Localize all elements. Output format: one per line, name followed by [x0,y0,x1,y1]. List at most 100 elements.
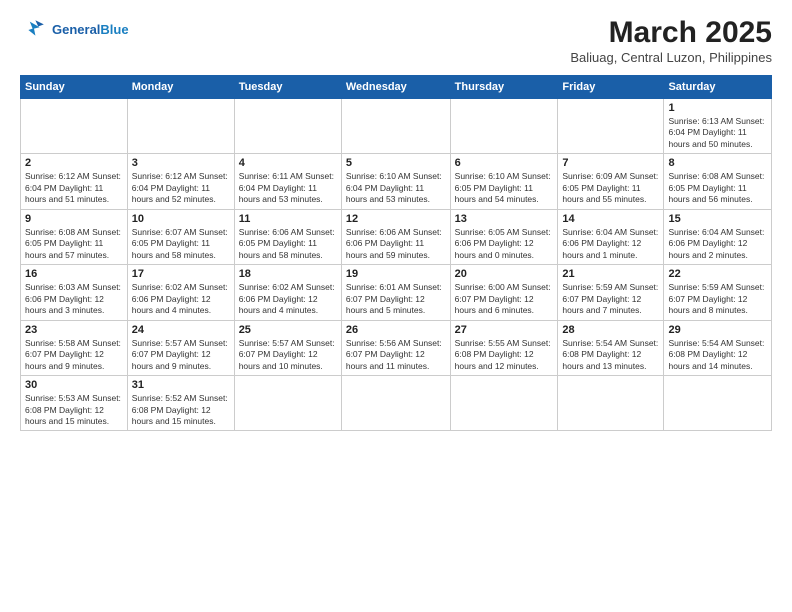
calendar-cell: 19 Sunrise: 6:01 AM Sunset: 6:07 PM Dayli… [341,265,450,320]
day-number: 27 [455,324,554,336]
day-number: 26 [346,324,446,336]
calendar-cell: 28Sunrise: 5:54 AM Sunset: 6:08 PM Dayli… [558,320,664,375]
day-info: Sunrise: 6:04 AM Sunset: 6:06 PM Dayligh… [562,227,659,261]
day-number: 21 [562,268,659,280]
day-number: 8 [668,157,767,169]
weekday-header-friday: Friday [558,76,664,99]
day-number: 13 [455,213,554,225]
weekday-header-thursday: Thursday [450,76,558,99]
day-info: Sunrise: 5:54 AM Sunset: 6:08 PM Dayligh… [668,338,767,372]
calendar-cell: 26 Sunrise: 5:56 AM Sunset: 6:07 PM Dayli… [341,320,450,375]
calendar-cell: 7 Sunrise: 6:09 AM Sunset: 6:05 PM Daylig… [558,154,664,209]
day-number: 29 [668,324,767,336]
day-info: Sunrise: 5:57 AM Sunset: 6:07 PM Dayligh… [132,338,230,372]
location: Baliuag, Central Luzon, Philippines [570,50,772,65]
day-number: 19 [346,268,446,280]
calendar-cell: 30Sunrise: 5:53 AM Sunset: 6:08 PM Dayli… [21,376,128,431]
day-number: 14 [562,213,659,225]
calendar-cell: 11Sunrise: 6:06 AM Sunset: 6:05 PM Dayli… [234,209,341,264]
day-number: 16 [25,268,123,280]
calendar-cell: 22 Sunrise: 5:59 AM Sunset: 6:07 PM Dayli… [664,265,772,320]
day-info: Sunrise: 6:10 AM Sunset: 6:04 PM Dayligh… [346,171,446,205]
weekday-header-row: SundayMondayTuesdayWednesdayThursdayFrid… [21,76,772,99]
day-number: 17 [132,268,230,280]
day-number: 23 [25,324,123,336]
day-number: 6 [455,157,554,169]
day-number: 10 [132,213,230,225]
calendar-cell: 6 Sunrise: 6:10 AM Sunset: 6:05 PM Daylig… [450,154,558,209]
calendar-cell: 17 Sunrise: 6:02 AM Sunset: 6:06 PM Dayli… [127,265,234,320]
calendar-cell: 2Sunrise: 6:12 AM Sunset: 6:04 PM Daylig… [21,154,128,209]
day-info: Sunrise: 5:54 AM Sunset: 6:08 PM Dayligh… [562,338,659,372]
day-info: Sunrise: 6:04 AM Sunset: 6:06 PM Dayligh… [668,227,767,261]
day-info: Sunrise: 6:09 AM Sunset: 6:05 PM Dayligh… [562,171,659,205]
calendar-cell [558,376,664,431]
week-row-6: 30Sunrise: 5:53 AM Sunset: 6:08 PM Dayli… [21,376,772,431]
day-info: Sunrise: 6:08 AM Sunset: 6:05 PM Dayligh… [668,171,767,205]
calendar-cell: 13Sunrise: 6:05 AM Sunset: 6:06 PM Dayli… [450,209,558,264]
weekday-header-monday: Monday [127,76,234,99]
day-info: Sunrise: 5:56 AM Sunset: 6:07 PM Dayligh… [346,338,446,372]
day-number: 22 [668,268,767,280]
calendar-cell: 5 Sunrise: 6:10 AM Sunset: 6:04 PM Daylig… [341,154,450,209]
day-number: 15 [668,213,767,225]
day-number: 2 [25,157,123,169]
calendar-cell: 25Sunrise: 5:57 AM Sunset: 6:07 PM Dayli… [234,320,341,375]
day-number: 7 [562,157,659,169]
calendar-cell [234,376,341,431]
week-row-1: 1Sunrise: 6:13 AM Sunset: 6:04 PM Daylig… [21,99,772,154]
page: GeneralBlue March 2025 Baliuag, Central … [0,0,792,612]
day-info: Sunrise: 6:06 AM Sunset: 6:05 PM Dayligh… [239,227,337,261]
logo-general: General [52,22,100,37]
calendar-cell: 24Sunrise: 5:57 AM Sunset: 6:07 PM Dayli… [127,320,234,375]
calendar-cell [450,376,558,431]
day-number: 4 [239,157,337,169]
day-info: Sunrise: 6:02 AM Sunset: 6:06 PM Dayligh… [132,282,230,316]
day-number: 18 [239,268,337,280]
calendar-cell: 27Sunrise: 5:55 AM Sunset: 6:08 PM Dayli… [450,320,558,375]
day-info: Sunrise: 6:11 AM Sunset: 6:04 PM Dayligh… [239,171,337,205]
day-number: 9 [25,213,123,225]
logo-text: GeneralBlue [52,23,129,37]
calendar-cell: 1Sunrise: 6:13 AM Sunset: 6:04 PM Daylig… [664,99,772,154]
day-info: Sunrise: 6:12 AM Sunset: 6:04 PM Dayligh… [132,171,230,205]
day-info: Sunrise: 6:06 AM Sunset: 6:06 PM Dayligh… [346,227,446,261]
calendar-cell [341,99,450,154]
day-info: Sunrise: 6:01 AM Sunset: 6:07 PM Dayligh… [346,282,446,316]
calendar-cell [558,99,664,154]
calendar-cell: 31Sunrise: 5:52 AM Sunset: 6:08 PM Dayli… [127,376,234,431]
calendar-cell [450,99,558,154]
calendar-cell: 8 Sunrise: 6:08 AM Sunset: 6:05 PM Daylig… [664,154,772,209]
calendar-cell: 10 Sunrise: 6:07 AM Sunset: 6:05 PM Dayli… [127,209,234,264]
logo-blue: Blue [100,22,128,37]
calendar-cell: 14 Sunrise: 6:04 AM Sunset: 6:06 PM Dayli… [558,209,664,264]
calendar-cell [127,99,234,154]
calendar-cell [21,99,128,154]
weekday-header-tuesday: Tuesday [234,76,341,99]
calendar-cell [234,99,341,154]
weekday-header-sunday: Sunday [21,76,128,99]
day-info: Sunrise: 5:59 AM Sunset: 6:07 PM Dayligh… [668,282,767,316]
weekday-header-wednesday: Wednesday [341,76,450,99]
calendar-cell: 15 Sunrise: 6:04 AM Sunset: 6:06 PM Dayli… [664,209,772,264]
week-row-2: 2 Sunrise: 6:12 AM Sunset: 6:04 PM Daylig… [21,154,772,209]
day-info: Sunrise: 6:00 AM Sunset: 6:07 PM Dayligh… [455,282,554,316]
calendar-cell: 18Sunrise: 6:02 AM Sunset: 6:06 PM Dayli… [234,265,341,320]
logo-icon [20,16,48,44]
header: GeneralBlue March 2025 Baliuag, Central … [20,16,772,65]
logo: GeneralBlue [20,16,129,44]
calendar-cell: 21 Sunrise: 5:59 AM Sunset: 6:07 PM Dayli… [558,265,664,320]
calendar-cell: 9Sunrise: 6:08 AM Sunset: 6:05 PM Daylig… [21,209,128,264]
calendar-cell [664,376,772,431]
day-info: Sunrise: 6:10 AM Sunset: 6:05 PM Dayligh… [455,171,554,205]
calendar-cell [341,376,450,431]
month-title: March 2025 [570,16,772,50]
day-number: 5 [346,157,446,169]
title-block: March 2025 Baliuag, Central Luzon, Phili… [570,16,772,65]
day-info: Sunrise: 5:59 AM Sunset: 6:07 PM Dayligh… [562,282,659,316]
calendar-cell: 16Sunrise: 6:03 AM Sunset: 6:06 PM Dayli… [21,265,128,320]
calendar-cell: 12Sunrise: 6:06 AM Sunset: 6:06 PM Dayli… [341,209,450,264]
day-info: Sunrise: 6:07 AM Sunset: 6:05 PM Dayligh… [132,227,230,261]
day-number: 1 [668,102,767,114]
week-row-3: 9Sunrise: 6:08 AM Sunset: 6:05 PM Daylig… [21,209,772,264]
